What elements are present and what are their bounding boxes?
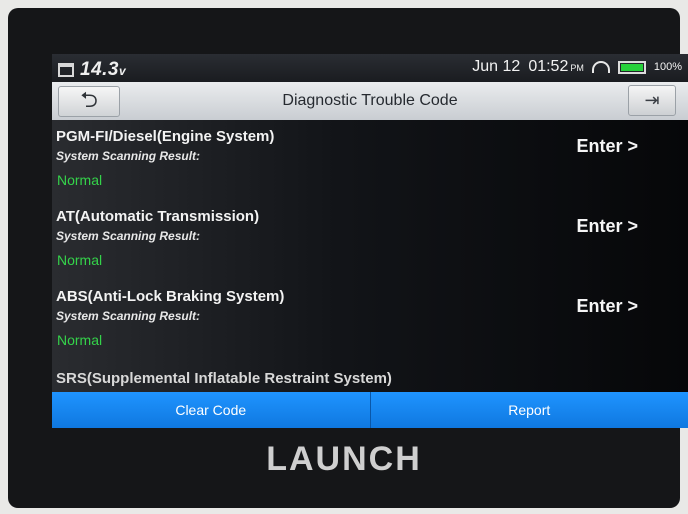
page-title: Diagnostic Trouble Code: [282, 92, 458, 109]
report-button[interactable]: Report: [370, 392, 688, 428]
scan-result-status: Normal: [57, 252, 103, 268]
system-list: PGM-FI/Diesel(Engine System) System Scan…: [52, 120, 688, 392]
system-row-transmission: AT(Automatic Transmission) System Scanni…: [52, 200, 688, 280]
scan-result-label: System Scanning Result:: [56, 149, 201, 163]
voltage-value: 14.3: [80, 59, 119, 80]
enter-button-transmission[interactable]: Enter >: [576, 216, 638, 237]
status-time: 01:52 PM: [528, 58, 584, 76]
status-left: 14.3v: [58, 59, 126, 81]
system-row-srs-partial[interactable]: SRS(Supplemental Inflatable Restraint Sy…: [56, 370, 392, 387]
battery-icon: [617, 60, 646, 74]
status-time-value: 01:52: [528, 58, 569, 75]
exit-icon: ⇥: [644, 90, 660, 110]
battery-fill: [620, 63, 643, 71]
wifi-icon: [591, 61, 610, 73]
system-name: ABS(Anti-Lock Braking System): [56, 288, 285, 305]
system-row-abs: ABS(Anti-Lock Braking System) System Sca…: [52, 280, 688, 360]
scan-result-status: Normal: [57, 332, 103, 348]
scan-result-label: System Scanning Result:: [56, 229, 201, 243]
battery-percent: 100%: [653, 61, 682, 73]
launch-logo: LAUNCH: [266, 440, 422, 478]
status-right: Jun 12 01:52 PM 100%: [472, 58, 682, 76]
voltage-unit: v: [118, 64, 127, 78]
status-date: Jun 12: [472, 58, 521, 75]
system-name: PGM-FI/Diesel(Engine System): [56, 128, 275, 145]
device-screen: 14.3v Jun 12 01:52 PM 100% ⮌ Diagnostic T…: [52, 54, 688, 428]
clear-code-button[interactable]: Clear Code: [52, 392, 371, 428]
title-bar: ⮌ Diagnostic Trouble Code ⇥: [52, 82, 688, 120]
action-bar: Clear Code Report: [52, 392, 688, 428]
voltage-readout: 14.3v: [80, 59, 126, 81]
enter-button-engine[interactable]: Enter >: [576, 136, 638, 157]
scan-result-label: System Scanning Result:: [56, 309, 201, 323]
system-name: AT(Automatic Transmission): [56, 208, 260, 225]
exit-button[interactable]: ⇥: [628, 85, 676, 116]
system-row-engine: PGM-FI/Diesel(Engine System) System Scan…: [52, 120, 688, 200]
enter-button-abs[interactable]: Enter >: [576, 296, 638, 317]
scan-result-status: Normal: [57, 172, 103, 188]
status-bar: 14.3v Jun 12 01:52 PM 100%: [52, 54, 688, 82]
calendar-icon: [58, 63, 74, 77]
status-ampm: PM: [570, 63, 584, 73]
